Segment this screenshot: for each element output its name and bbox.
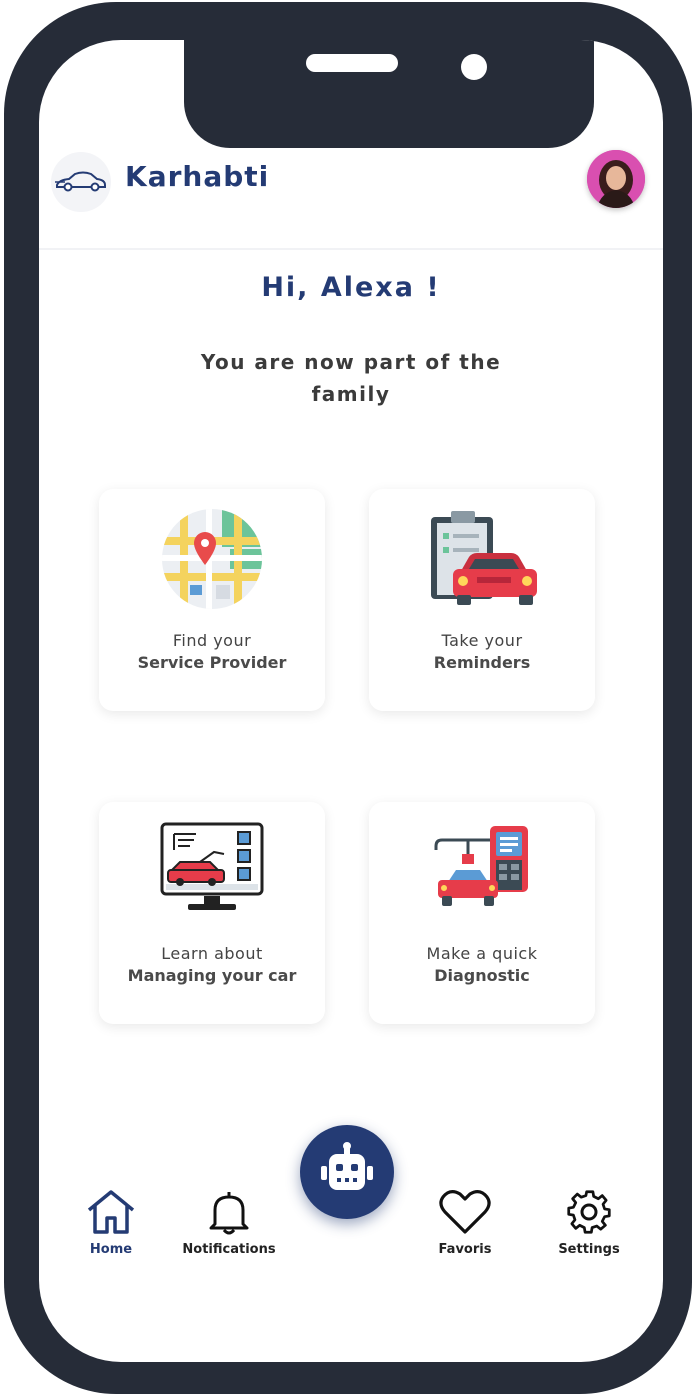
card-line2: Diagnostic <box>434 966 530 985</box>
greeting-title: Hi, Alexa ! <box>261 272 441 303</box>
user-avatar[interactable] <box>587 150 645 208</box>
nav-settings[interactable]: Settings <box>553 1188 625 1257</box>
heart-icon <box>439 1190 491 1234</box>
card-line1: Find your <box>172 631 252 650</box>
card-reminders[interactable]: Take your Reminders <box>369 489 595 711</box>
nav-home-label: Home <box>89 1242 133 1257</box>
nav-favoris[interactable]: Favoris <box>433 1188 497 1257</box>
car-logo-icon[interactable] <box>51 152 111 212</box>
card-line1: Make a quick <box>426 944 538 963</box>
app-header: Karhabti <box>39 146 663 250</box>
nav-notifications-label: Notifications <box>182 1242 276 1257</box>
app-screen: Karhabti Hi, Alexa ! You are now part of… <box>39 40 663 1362</box>
card-service-provider[interactable]: Find your Service Provider <box>99 489 325 711</box>
clipboard-car-icon <box>427 507 537 615</box>
welcome-subtitle: You are now part of the family <box>200 350 502 406</box>
chatbot-button[interactable] <box>300 1125 394 1219</box>
monitor-car-icon <box>158 820 266 920</box>
home-icon <box>87 1190 135 1234</box>
card-line1: Learn about <box>161 944 263 963</box>
card-managing-car[interactable]: Learn about Managing your car <box>99 802 325 1024</box>
nav-home[interactable]: Home <box>79 1188 143 1257</box>
phone-camera <box>461 54 487 80</box>
card-diagnostic[interactable]: Make a quick Diagnostic <box>369 802 595 1024</box>
card-line2: Service Provider <box>137 653 287 672</box>
card-line1: Take your <box>441 631 523 650</box>
phone-speaker <box>306 54 398 72</box>
diagnostic-device-icon <box>428 820 536 924</box>
app-title: Karhabti <box>125 160 270 193</box>
bell-icon <box>209 1192 249 1235</box>
map-pin-icon <box>160 507 264 615</box>
nav-notifications[interactable]: Notifications <box>174 1188 284 1257</box>
nav-favoris-label: Favoris <box>438 1242 492 1257</box>
robot-icon <box>321 1142 373 1190</box>
gear-icon <box>567 1190 611 1234</box>
card-line2: Reminders <box>433 653 531 672</box>
phone-frame: Karhabti Hi, Alexa ! You are now part of… <box>4 2 692 1394</box>
card-line2: Managing your car <box>127 966 297 985</box>
nav-settings-label: Settings <box>558 1242 620 1257</box>
